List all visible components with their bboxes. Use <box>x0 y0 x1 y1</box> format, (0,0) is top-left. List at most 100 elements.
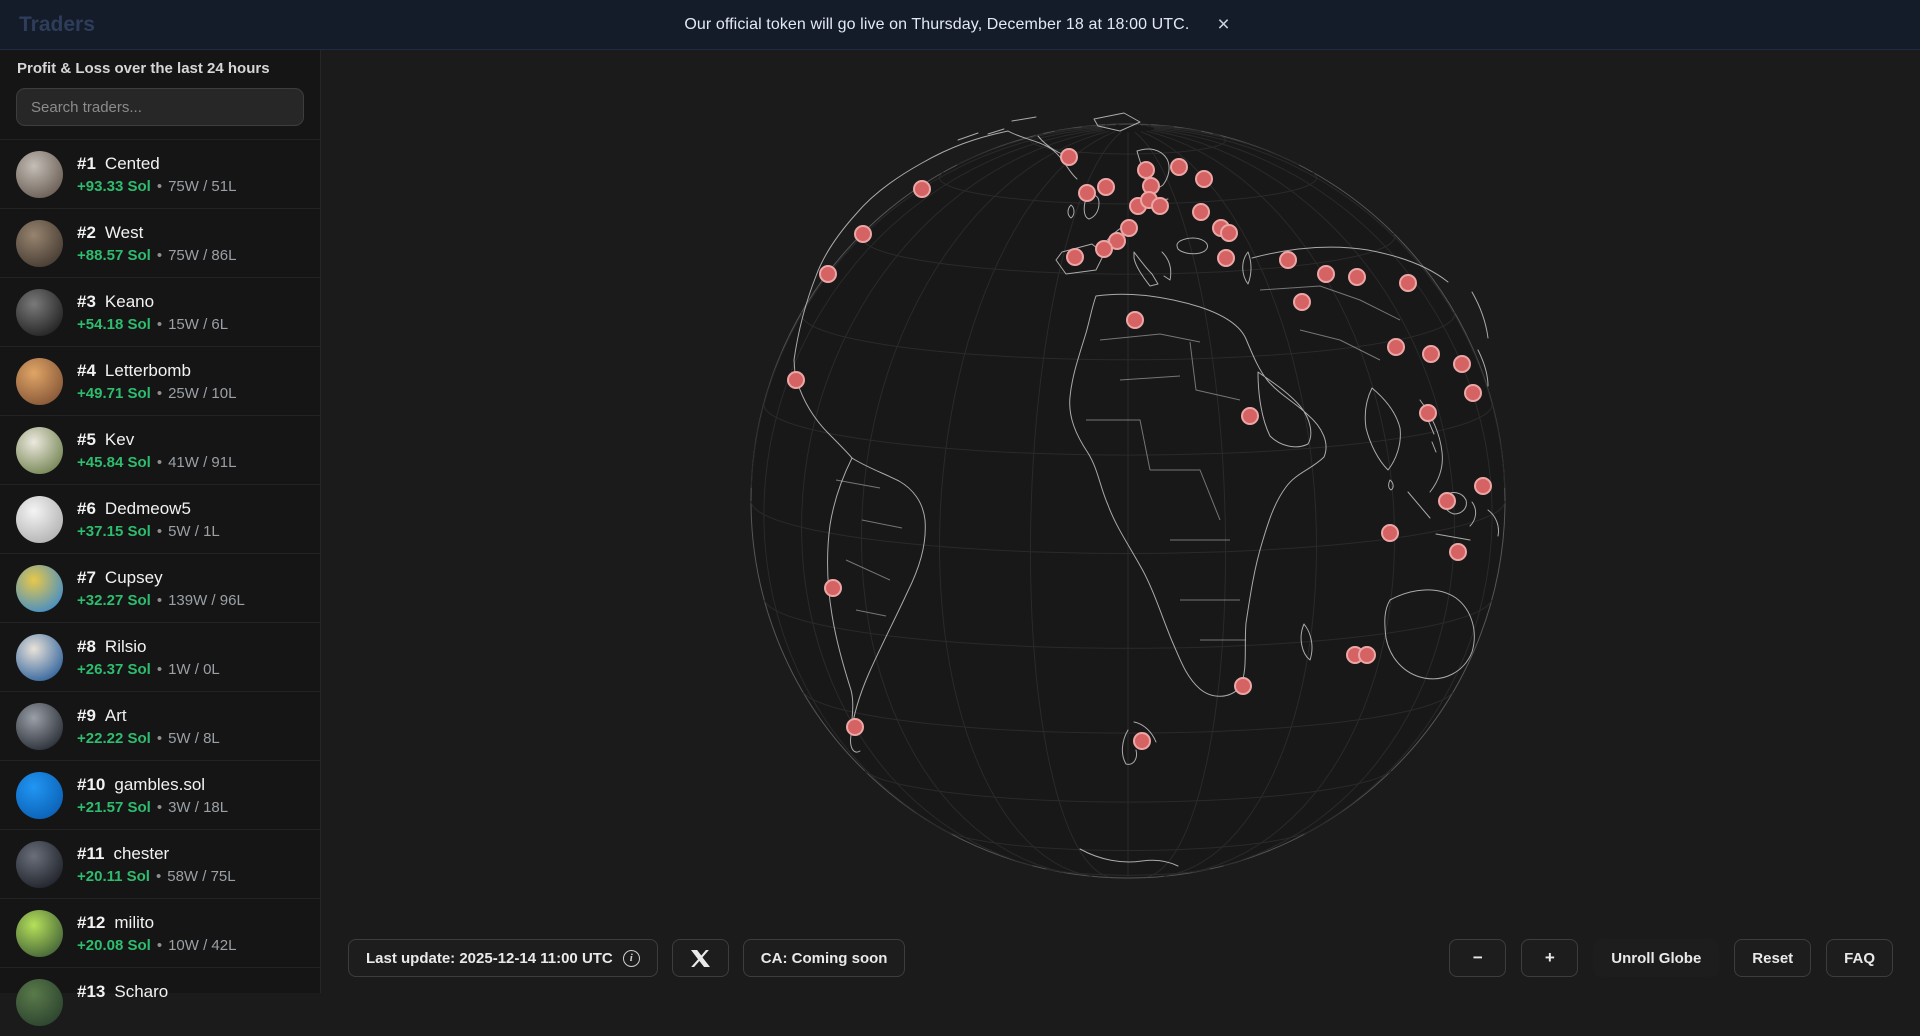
trader-dot[interactable] <box>1450 544 1466 560</box>
trader-dot[interactable] <box>1420 405 1436 421</box>
info-icon[interactable]: i <box>623 950 640 967</box>
trader-dot[interactable] <box>1400 275 1416 291</box>
bullet-separator: • <box>157 178 162 195</box>
trader-dot[interactable] <box>1079 185 1095 201</box>
trader-dot[interactable] <box>1171 159 1187 175</box>
trader-dot[interactable] <box>825 580 841 596</box>
trader-row[interactable]: #13Scharo <box>0 967 320 1036</box>
zoom-out-button[interactable]: − <box>1449 939 1506 977</box>
trader-dot[interactable] <box>914 181 930 197</box>
trader-pnl: +37.15 Sol <box>77 523 151 540</box>
x-logo-icon <box>691 949 710 968</box>
trader-name: milito <box>114 913 154 932</box>
trader-dot[interactable] <box>1096 241 1112 257</box>
trader-dot[interactable] <box>1423 346 1439 362</box>
x-social-button[interactable] <box>672 939 729 977</box>
trader-name: Cented <box>105 154 160 173</box>
trader-dot[interactable] <box>1152 198 1168 214</box>
trader-dot[interactable] <box>1242 408 1258 424</box>
trader-dot[interactable] <box>1067 249 1083 265</box>
trader-dot[interactable] <box>820 266 836 282</box>
trader-pnl: +45.84 Sol <box>77 454 151 471</box>
ca-coming-soon-button[interactable]: CA: Coming soon <box>743 939 906 977</box>
trader-dot[interactable] <box>1465 385 1481 401</box>
trader-row[interactable]: #1Cented +93.33 Sol•75W / 51L <box>0 139 320 208</box>
trader-dot[interactable] <box>1439 493 1455 509</box>
sidebar-subtitle: Profit & Loss over the last 24 hours <box>0 50 320 77</box>
trader-dot[interactable] <box>1280 252 1296 268</box>
bullet-separator: • <box>157 592 162 609</box>
trader-record: 58W / 75L <box>167 868 235 885</box>
trader-dot[interactable] <box>1382 525 1398 541</box>
trader-record: 5W / 8L <box>168 730 220 747</box>
bullet-separator: • <box>157 730 162 747</box>
trader-row[interactable]: #7Cupsey +32.27 Sol•139W / 96L <box>0 553 320 622</box>
trader-row[interactable]: #2West +88.57 Sol•75W / 86L <box>0 208 320 277</box>
trader-record: 75W / 86L <box>168 247 236 264</box>
trader-dot[interactable] <box>1454 356 1470 372</box>
trader-dot[interactable] <box>1098 179 1114 195</box>
trader-dot[interactable] <box>855 226 871 242</box>
trader-rank: #4 <box>77 361 96 380</box>
avatar <box>16 979 63 1026</box>
bullet-separator: • <box>156 868 161 885</box>
faq-button[interactable]: FAQ <box>1826 939 1893 977</box>
trader-rank: #7 <box>77 568 96 587</box>
trader-row[interactable]: #11chester +20.11 Sol•58W / 75L <box>0 829 320 898</box>
trader-dot[interactable] <box>1359 647 1375 663</box>
trader-pnl: +21.57 Sol <box>77 799 151 816</box>
trader-dot[interactable] <box>1127 312 1143 328</box>
trader-dot[interactable] <box>1294 294 1310 310</box>
trader-row[interactable]: #3Keano +54.18 Sol•15W / 6L <box>0 277 320 346</box>
trader-dot[interactable] <box>1318 266 1334 282</box>
trader-row[interactable]: #4Letterbomb +49.71 Sol•25W / 10L <box>0 346 320 415</box>
trader-record: 25W / 10L <box>168 385 236 402</box>
trader-row[interactable]: #9Art +22.22 Sol•5W / 8L <box>0 691 320 760</box>
bullet-separator: • <box>157 247 162 264</box>
trader-pnl: +54.18 Sol <box>77 316 151 333</box>
trader-name: West <box>105 223 143 242</box>
announcement-banner: Our official token will go live on Thurs… <box>0 0 1920 50</box>
trader-dot[interactable] <box>847 719 863 735</box>
zoom-in-button[interactable]: + <box>1521 939 1578 977</box>
trader-dot[interactable] <box>1221 225 1237 241</box>
trader-name: chester <box>113 844 169 863</box>
trader-rank: #8 <box>77 637 96 656</box>
trader-rank: #11 <box>77 844 104 863</box>
trader-dot[interactable] <box>1475 478 1491 494</box>
trader-row[interactable]: #12milito +20.08 Sol•10W / 42L <box>0 898 320 967</box>
trader-rank: #1 <box>77 154 96 173</box>
trader-dot[interactable] <box>1193 204 1209 220</box>
close-icon[interactable]: × <box>1211 12 1235 37</box>
avatar <box>16 496 63 543</box>
unroll-globe-button[interactable]: Unroll Globe <box>1593 939 1719 977</box>
trader-record: 75W / 51L <box>168 178 236 195</box>
trader-dot[interactable] <box>1388 339 1404 355</box>
bottom-bar-right: − + Unroll Globe Reset FAQ <box>1449 939 1893 977</box>
trader-row[interactable]: #6Dedmeow5 +37.15 Sol•5W / 1L <box>0 484 320 553</box>
trader-dot[interactable] <box>1121 220 1137 236</box>
trader-row[interactable]: #8Rilsio +26.37 Sol•1W / 0L <box>0 622 320 691</box>
avatar <box>16 220 63 267</box>
trader-dot[interactable] <box>1061 149 1077 165</box>
bullet-separator: • <box>157 661 162 678</box>
page-title: Traders <box>19 13 95 37</box>
last-update-text: Last update: 2025-12-14 11:00 UTC <box>366 950 613 967</box>
trader-dot[interactable] <box>788 372 804 388</box>
trader-record: 5W / 1L <box>168 523 220 540</box>
traders-sidebar: Profit & Loss over the last 24 hours #1 C… <box>0 0 321 993</box>
trader-row[interactable]: #10gambles.sol +21.57 Sol•3W / 18L <box>0 760 320 829</box>
bottom-bar-left: Last update: 2025-12-14 11:00 UTC i CA: … <box>348 939 905 977</box>
trader-dot[interactable] <box>1134 733 1150 749</box>
trader-name: Keano <box>105 292 154 311</box>
trader-dot[interactable] <box>1196 171 1212 187</box>
reset-button[interactable]: Reset <box>1734 939 1811 977</box>
trader-dot[interactable] <box>1235 678 1251 694</box>
trader-row[interactable]: #5Kev +45.84 Sol•41W / 91L <box>0 415 320 484</box>
trader-dot[interactable] <box>1349 269 1365 285</box>
trader-rank: #9 <box>77 706 96 725</box>
search-input[interactable] <box>16 88 304 126</box>
trader-dot[interactable] <box>1218 250 1234 266</box>
trader-dot[interactable] <box>1138 162 1154 178</box>
trader-rank: #3 <box>77 292 96 311</box>
